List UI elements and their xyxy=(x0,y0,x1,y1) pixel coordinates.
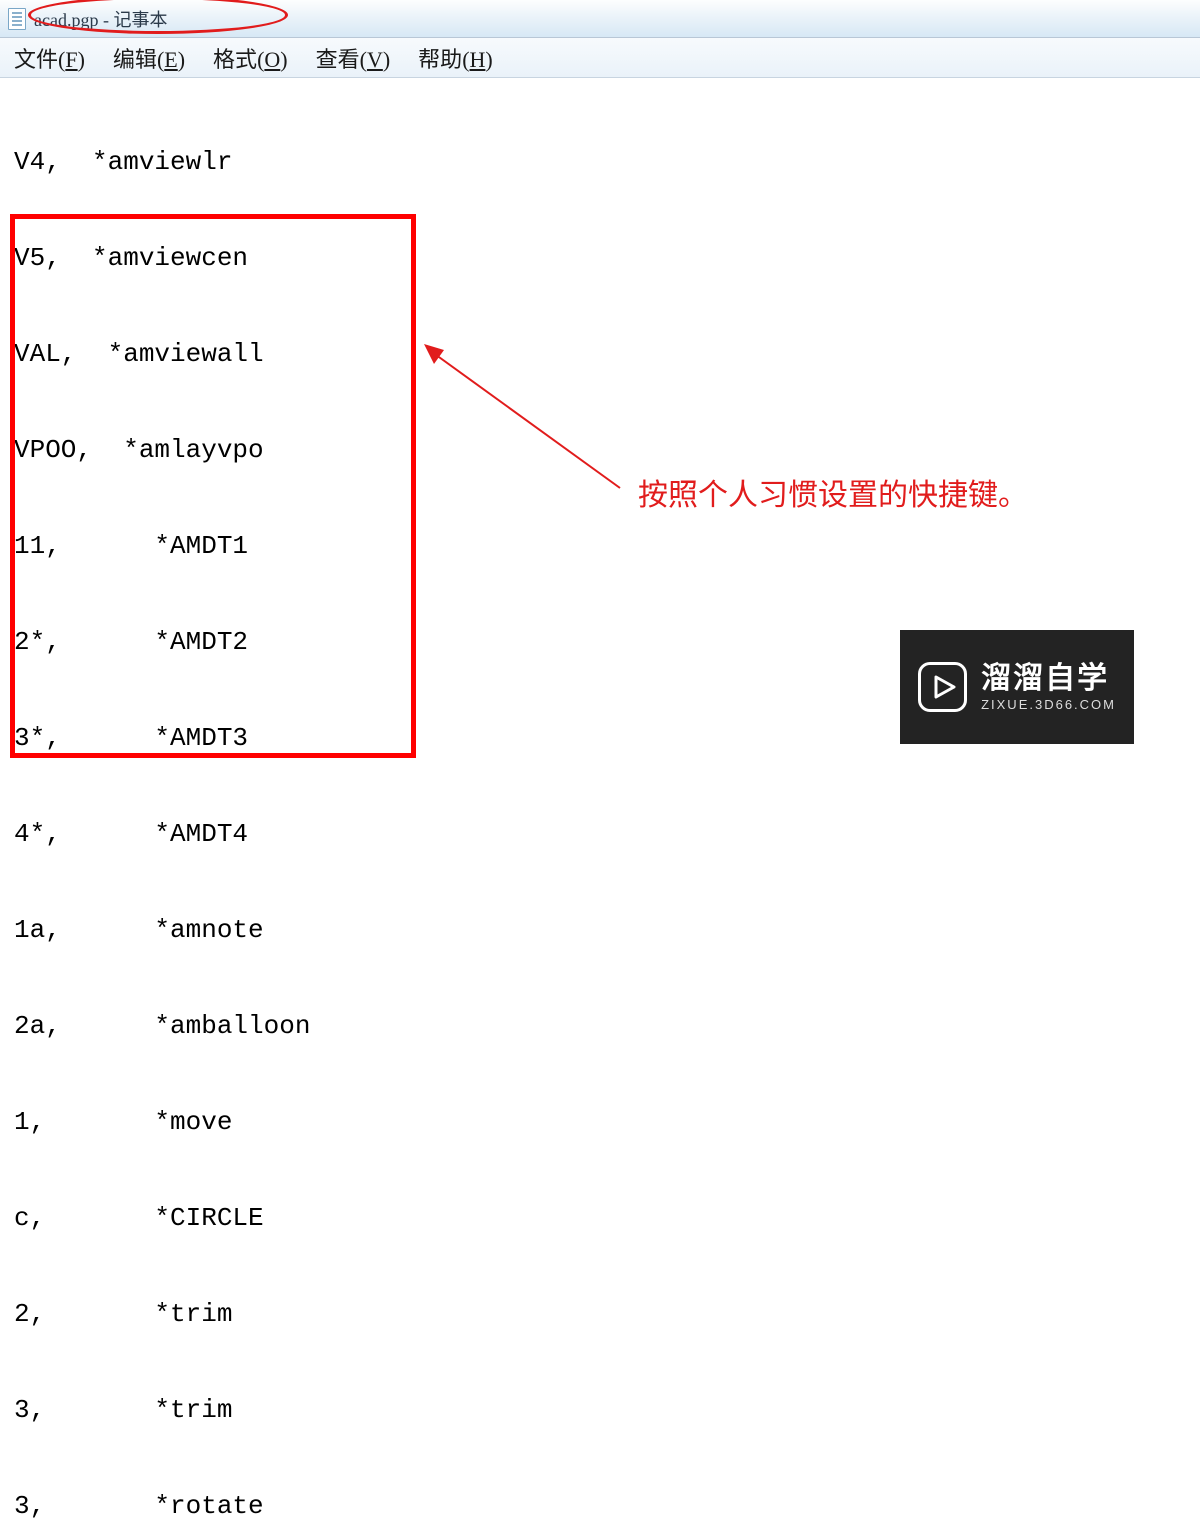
watermark-play-icon xyxy=(918,662,967,712)
text-line: c, *CIRCLE xyxy=(14,1202,1200,1234)
menu-view-label: 查看 xyxy=(316,47,360,72)
text-line: 4*, *AMDT4 xyxy=(14,818,1200,850)
text-line: 11, *AMDT1 xyxy=(14,530,1200,562)
menu-file-accel: F xyxy=(65,47,77,72)
text-line: 2a, *amballoon xyxy=(14,1010,1200,1042)
notepad-document-icon xyxy=(8,8,26,30)
menu-view-accel: V xyxy=(367,47,383,72)
menu-format-accel: O xyxy=(264,47,280,72)
annotation-text: 按照个人习惯设置的快捷键。 xyxy=(638,470,1028,514)
menubar: 文件(F) 编辑(E) 格式(O) 查看(V) 帮助(H) xyxy=(0,38,1200,78)
menu-edit[interactable]: 编辑(E) xyxy=(113,42,185,74)
text-line: 3, *trim xyxy=(14,1394,1200,1426)
text-line: 1, *move xyxy=(14,1106,1200,1138)
text-line: 2, *trim xyxy=(14,1298,1200,1330)
text-line: VAL, *amviewall xyxy=(14,338,1200,370)
text-line: 3, *rotate xyxy=(14,1490,1200,1522)
watermark-subtitle: ZIXUE.3D66.COM xyxy=(981,697,1116,713)
menu-view[interactable]: 查看(V) xyxy=(316,42,391,74)
text-line: V4, *amviewlr xyxy=(14,146,1200,178)
menu-help-label: 帮助 xyxy=(418,47,462,72)
watermark: 溜溜自学 ZIXUE.3D66.COM xyxy=(900,630,1134,744)
window-title: acad.pgp - 记事本 xyxy=(34,6,167,32)
menu-help[interactable]: 帮助(H) xyxy=(418,42,493,74)
titlebar: acad.pgp - 记事本 xyxy=(0,0,1200,38)
menu-file-label: 文件 xyxy=(14,47,58,72)
text-line: 1a, *amnote xyxy=(14,914,1200,946)
menu-edit-label: 编辑 xyxy=(113,47,157,72)
text-line: VPOO, *amlayvpo xyxy=(14,434,1200,466)
watermark-title: 溜溜自学 xyxy=(981,661,1116,697)
menu-file[interactable]: 文件(F) xyxy=(14,42,85,74)
menu-edit-accel: E xyxy=(164,47,177,72)
menu-help-accel: H xyxy=(470,47,486,72)
menu-format[interactable]: 格式(O) xyxy=(213,42,288,74)
text-line: V5, *amviewcen xyxy=(14,242,1200,274)
menu-format-label: 格式 xyxy=(213,47,257,72)
watermark-text: 溜溜自学 ZIXUE.3D66.COM xyxy=(981,661,1116,713)
